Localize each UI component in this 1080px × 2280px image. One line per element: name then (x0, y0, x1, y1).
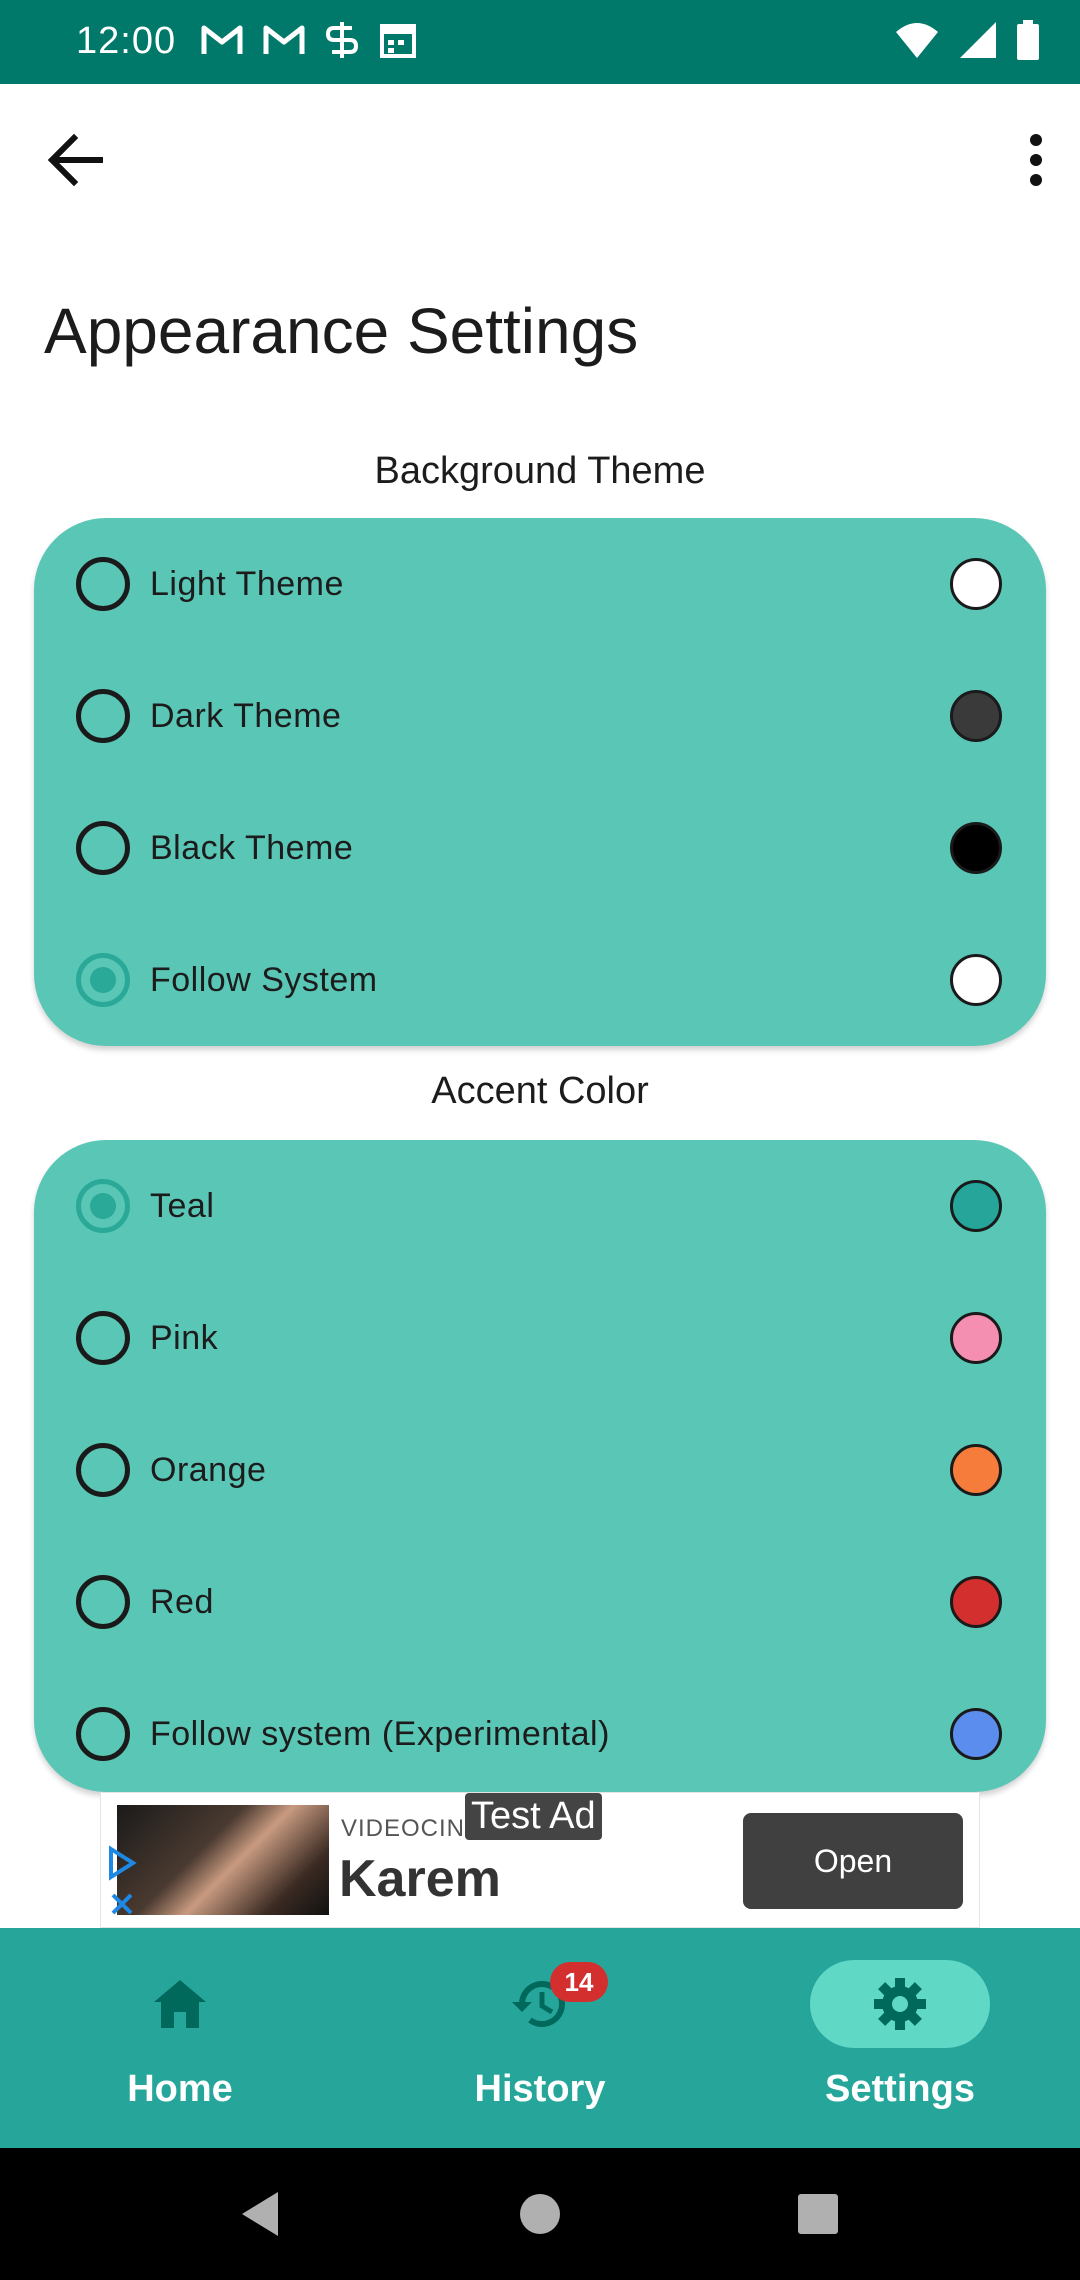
gmail-icon (263, 25, 305, 54)
status-time: 12:00 (76, 20, 177, 62)
option-follow-system-experimental[interactable]: Follow system (Experimental) (34, 1668, 1046, 1792)
option-label: Light Theme (150, 564, 344, 603)
option-pink[interactable]: Pink (34, 1272, 1046, 1404)
option-label: Follow system (Experimental) (150, 1714, 610, 1753)
back-button[interactable] (40, 124, 112, 196)
nav-item-home[interactable]: Home (0, 1928, 360, 2148)
radio-button-selected[interactable] (76, 1179, 130, 1233)
ad-banner[interactable]: VIDEOCINE Karem Test Ad Open (100, 1792, 980, 1928)
system-back-button[interactable] (230, 2184, 290, 2244)
signal-icon (960, 22, 996, 58)
settings-gear-icon (874, 1978, 926, 2030)
option-red[interactable]: Red (34, 1536, 1046, 1668)
color-swatch (950, 954, 1002, 1006)
accent-color-label: Accent Color (431, 1070, 649, 1112)
test-ad-tag: Test Ad (465, 1793, 602, 1840)
color-swatch (950, 1312, 1002, 1364)
system-status-icons (894, 20, 1040, 60)
color-swatch (950, 558, 1002, 610)
home-icon (154, 1980, 206, 2028)
radio-button[interactable] (76, 1443, 130, 1497)
status-bar: 12:00 (0, 0, 1080, 84)
color-swatch (950, 1180, 1002, 1232)
option-label: Pink (150, 1318, 219, 1357)
arrow-back-icon (47, 133, 103, 187)
ad-title[interactable]: Karem (339, 1849, 501, 1909)
option-black-theme[interactable]: Black Theme (34, 782, 1046, 914)
ad-open-button[interactable]: Open (743, 1813, 963, 1909)
radio-button[interactable] (76, 821, 130, 875)
nav-label: Home (127, 2068, 233, 2110)
sync-icon (325, 22, 359, 58)
nav-label: Settings (825, 2068, 975, 2110)
option-label: Dark Theme (150, 696, 342, 735)
gmail-icon (201, 25, 243, 54)
system-navigation-bar (0, 2148, 1080, 2280)
option-teal[interactable]: Teal (34, 1140, 1046, 1272)
color-swatch (950, 1708, 1002, 1760)
option-label: Orange (150, 1450, 267, 1489)
option-label: Red (150, 1582, 214, 1621)
option-dark-theme[interactable]: Dark Theme (34, 650, 1046, 782)
app-bar (0, 84, 1080, 234)
radio-button-selected[interactable] (76, 953, 130, 1007)
nav-icon-container-active (810, 1960, 990, 2048)
color-swatch (950, 1576, 1002, 1628)
nav-item-history[interactable]: 14 History (360, 1928, 720, 2148)
history-count-badge: 14 (550, 1962, 608, 2002)
calendar-icon (380, 24, 416, 58)
back-triangle-icon (242, 2192, 278, 2236)
color-swatch (950, 690, 1002, 742)
notification-icons (200, 20, 418, 60)
background-theme-label: Background Theme (374, 450, 706, 492)
option-light-theme[interactable]: Light Theme (34, 518, 1046, 650)
radio-button[interactable] (76, 1707, 130, 1761)
page-title: Appearance Settings (44, 295, 639, 367)
color-swatch (950, 1444, 1002, 1496)
option-label: Teal (150, 1186, 215, 1225)
radio-button[interactable] (76, 1575, 130, 1629)
battery-icon (1017, 20, 1039, 60)
option-label: Black Theme (150, 828, 354, 867)
system-home-button[interactable] (510, 2184, 570, 2244)
bottom-navigation: Home 14 History Settings (0, 1928, 1080, 2148)
home-circle-icon (520, 2194, 560, 2234)
ad-brand: VIDEOCINE (341, 1815, 483, 1842)
radio-button[interactable] (76, 1311, 130, 1365)
recents-square-icon (798, 2194, 838, 2234)
option-label: Follow System (150, 960, 378, 999)
more-vert-icon (1030, 134, 1042, 186)
ad-thumbnail-image[interactable] (117, 1805, 329, 1915)
nav-label: History (474, 2068, 606, 2110)
nav-item-settings[interactable]: Settings (720, 1928, 1080, 2148)
background-theme-card: Light Theme Dark Theme Black Theme Follo… (34, 518, 1046, 1046)
nav-icon-container (90, 1960, 270, 2048)
option-follow-system[interactable]: Follow System (34, 914, 1046, 1046)
overflow-menu-button[interactable] (1006, 124, 1066, 196)
system-recents-button[interactable] (788, 2184, 848, 2244)
adchoices-icon[interactable] (105, 1845, 141, 1925)
accent-color-card: Teal Pink Orange Red Follow system (Expe… (34, 1140, 1046, 1792)
wifi-icon (896, 23, 938, 58)
color-swatch (950, 822, 1002, 874)
radio-button[interactable] (76, 689, 130, 743)
radio-button[interactable] (76, 557, 130, 611)
option-orange[interactable]: Orange (34, 1404, 1046, 1536)
